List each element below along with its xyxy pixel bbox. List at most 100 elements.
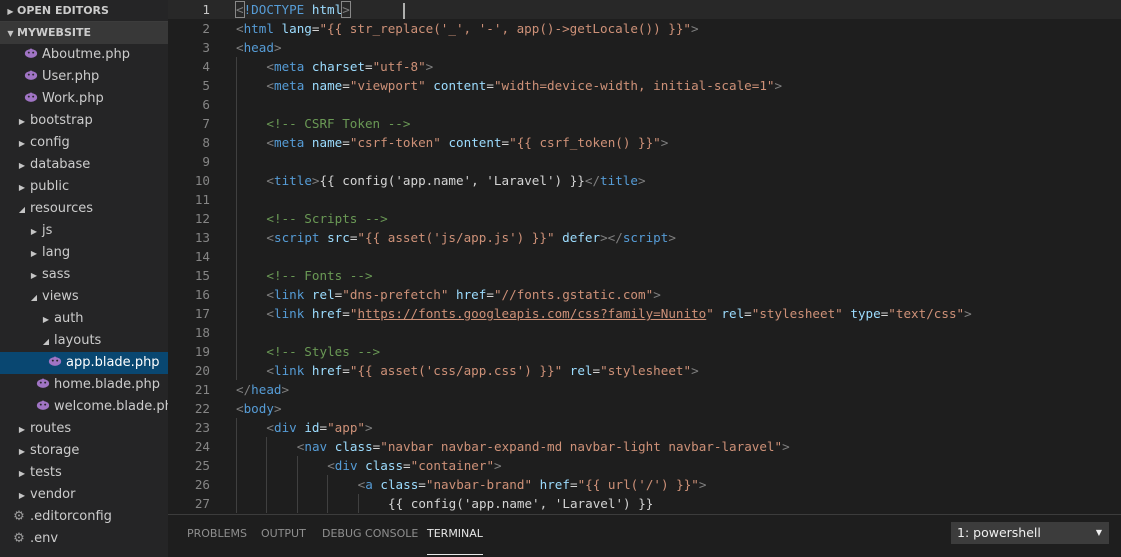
tree-folder[interactable]: ▶ tests [0,462,168,484]
tree-file[interactable]: home.blade.php [0,374,168,396]
code-token: = [403,458,411,473]
tree-file[interactable]: welcome.blade.php [0,396,168,418]
indent-guide [236,133,237,152]
tree-folder[interactable]: ▶ bootstrap [0,110,168,132]
code-text: <link href="{{ asset('css/app.css') }}" … [266,361,698,380]
tree-folder[interactable]: ▶ config [0,132,168,154]
indent-guide [327,475,329,494]
terminal-select-value: 1: powershell [957,525,1041,540]
code-token: name [311,135,343,150]
line-number: 8 [202,135,210,150]
code-token: "navbar-brand" [425,477,533,492]
code-token: > [273,40,282,55]
code-token: {{ config('app.name', 'Laravel') }} [319,173,585,188]
code-token: > [668,230,676,245]
tree-item-label: tests [30,465,62,480]
tree-item-label: User.php [42,69,100,84]
code-text: <script src="{{ asset('js/app.js') }}" d… [266,228,676,247]
code-line: 3 <head> [168,38,1121,57]
tree-file[interactable]: ⚙ .env [0,528,168,550]
code-token: "dns-prefetch" [342,287,449,302]
tree-folder[interactable]: ◢ views [0,286,168,308]
indent-guide [236,152,237,171]
tree-folder[interactable]: ▶ database [0,154,168,176]
line-number: 9 [202,154,210,169]
code-token: < [266,135,274,150]
tree-item-label: database [30,157,91,172]
code-line: 13 <script src="{{ asset('js/app.js') }}"… [168,228,1121,247]
line-number: 15 [194,268,210,283]
line-number: 26 [194,477,210,492]
chevron-down-icon: ◢ [18,205,26,214]
bottom-panel: PROBLEMS OUTPUT DEBUG CONSOLE TERMINAL 1: p… [168,514,1121,557]
code-token: < [236,401,244,416]
code-token: script [622,230,669,245]
code-token: </ [236,382,252,397]
indent-guide [236,190,237,209]
indent-guide [236,266,237,285]
code-line: 21 </head> [168,380,1121,399]
code-token: ></ [600,230,623,245]
indent-guide [266,437,268,456]
code-editor[interactable]: 1 <!DOCTYPE html> 2 <html lang="{{ str_repl… [168,0,1121,514]
tree-folder[interactable]: ▶ vendor [0,484,168,506]
tree-folder[interactable]: ◢ layouts [0,330,168,352]
project-header[interactable]: ▼ MYWEBSITE [0,22,168,44]
terminal-select[interactable]: 1: powershell ▼ [951,522,1109,544]
tree-file[interactable]: ⚙ .editorconfig [0,506,168,528]
code-token: script [273,230,320,245]
code-token: link [273,287,305,302]
indent-guide [236,304,237,323]
open-editors-header[interactable]: ▶ OPEN EDITORS [0,0,168,22]
line-number: 17 [194,306,210,321]
code-token: < [236,21,244,36]
tree-file[interactable]: User.php [0,66,168,88]
tree-folder[interactable]: ▶ sass [0,264,168,286]
tree-item-label: app.blade.php [66,355,160,370]
code-token: link [273,306,305,321]
code-token: < [266,173,274,188]
tree-file[interactable]: app.blade.php [0,352,168,374]
code-token: "app" [327,420,366,435]
tree-folder[interactable]: ▶ routes [0,418,168,440]
code-line: 12 <!-- Scripts --> [168,209,1121,228]
panel-tab-terminal[interactable]: TERMINAL [427,515,483,555]
tree-folder[interactable]: ▶ storage [0,440,168,462]
code-text: <!-- CSRF Token --> [266,114,410,133]
code-line: 19 <!-- Styles --> [168,342,1121,361]
line-number: 3 [202,40,210,55]
indent-guide [236,228,237,247]
code-token: !DOCTYPE [243,2,305,17]
tree-file[interactable]: Aboutme.php [0,44,168,66]
code-token: > [311,173,320,188]
tree-folder[interactable]: ▶ js [0,220,168,242]
code-token: = [342,306,350,321]
tree-item-label: Aboutme.php [42,47,130,62]
tree-item-label: .env [30,531,59,546]
code-token: <!-- Scripts --> [266,211,388,226]
code-token: < [266,287,274,302]
code-text: <head> [236,38,282,57]
chevron-right-icon: ▶ [30,249,38,258]
chevron-right-icon: ▶ [7,7,14,16]
code-token: </ [584,173,601,188]
tree-folder[interactable]: ◢ resources [0,198,168,220]
tree-file[interactable]: Work.php [0,88,168,110]
tree-folder[interactable]: ▶ public [0,176,168,198]
code-token: title [273,173,312,188]
code-line: 8 <meta name="csrf-token" content="{{ csr… [168,133,1121,152]
code-token: < [266,230,274,245]
code-token: charset [311,59,365,74]
tree-folder[interactable]: ▶ auth [0,308,168,330]
panel-tab-output[interactable]: OUTPUT [261,515,306,555]
code-token: > [691,363,699,378]
tree-folder[interactable]: ▶ lang [0,242,168,264]
panel-tab-debug-console[interactable]: DEBUG CONSOLE [322,515,418,555]
panel-tab-problems[interactable]: PROBLEMS [187,515,247,555]
php-elephant-icon [24,90,38,104]
code-line: 23 <div id="app"> [168,418,1121,437]
